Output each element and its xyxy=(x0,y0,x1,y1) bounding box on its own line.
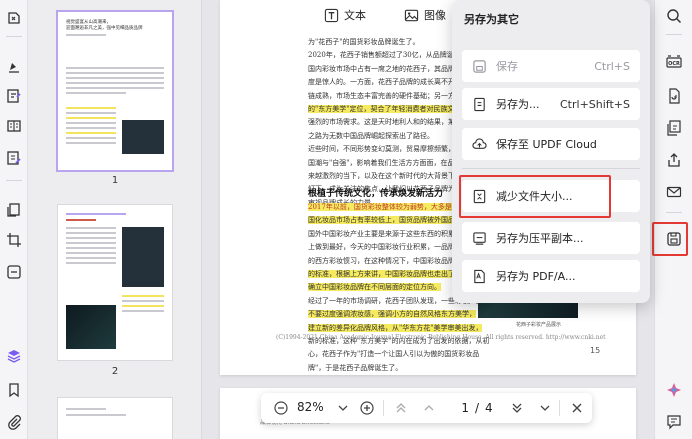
last-page-button[interactable] xyxy=(535,398,555,418)
reduce-file-size-highlight xyxy=(459,175,611,218)
form-icon[interactable] xyxy=(4,148,24,168)
pdfa-icon xyxy=(473,269,485,283)
comment-list-icon xyxy=(667,415,681,430)
ai-assistant-icon xyxy=(667,383,681,397)
edit-pdf-icon[interactable] xyxy=(4,86,24,106)
save-as-other-popup: 另存为其它 保存 Ctrl+S 另存为... Ctrl+Shift+S 保存至 … xyxy=(452,0,650,303)
zoom-in-icon xyxy=(360,401,374,415)
text-tool-tab[interactable]: 文本 xyxy=(324,4,366,26)
page-thumbnail-1[interactable]: 视觉盛宴从山高潮来， 迎面邂逅非凡之美，强中见细品质品牌 xyxy=(58,12,172,170)
image-tool-icon xyxy=(404,9,419,21)
search-button[interactable] xyxy=(664,6,684,26)
save-flattened-copy-menu-item[interactable]: 另存为压平副本... xyxy=(462,222,640,254)
crop-icon[interactable] xyxy=(4,230,24,250)
zoom-in-button[interactable] xyxy=(357,398,377,418)
page-indicator[interactable]: 1 / 4 xyxy=(445,398,509,418)
zoom-dropdown-button[interactable] xyxy=(333,398,353,418)
popup-title: 另存为其它 xyxy=(464,13,519,26)
svg-text:OCR: OCR xyxy=(668,61,680,67)
save-as-pdfa-label: 另存为 PDF/A... xyxy=(496,270,576,283)
batch-icon xyxy=(667,120,681,136)
chevrons-down-icon xyxy=(512,403,522,413)
comment-icon[interactable] xyxy=(4,56,24,76)
left-tool-rail xyxy=(0,0,28,439)
save-as-icon xyxy=(473,97,485,111)
image-tool-label: 图像 xyxy=(424,9,446,22)
page-separator: / xyxy=(474,401,480,415)
page-footer: (C)1994-2021 China Academic Journal Elec… xyxy=(276,334,606,341)
ocr-icon: OCR xyxy=(666,55,682,68)
tools-icon[interactable] xyxy=(4,8,24,28)
first-page-button[interactable] xyxy=(391,398,411,418)
batch-button[interactable] xyxy=(664,118,684,138)
save-to-cloud-label: 保存至 UPDF Cloud xyxy=(496,138,597,151)
zoom-out-button[interactable] xyxy=(271,398,291,418)
chevron-down-icon xyxy=(540,405,550,411)
thumbnail-page-number: 2 xyxy=(111,366,119,377)
save-to-cloud-menu-item[interactable]: 保存至 UPDF Cloud xyxy=(462,128,640,160)
save-as-pdfa-menu-item[interactable]: 另存为 PDF/A... xyxy=(462,260,640,292)
convert-icon xyxy=(669,88,680,104)
current-page[interactable]: 1 xyxy=(461,401,469,415)
thumbnail-panel: 视觉盛宴从山高潮来， 迎面邂逅非凡之美，强中见细品质品牌 1 2 xyxy=(28,0,202,439)
total-pages: 4 xyxy=(485,401,493,415)
right-tool-rail: OCR xyxy=(654,0,692,439)
mail-icon xyxy=(666,186,682,198)
ai-assistant-button[interactable] xyxy=(664,380,684,400)
page-thumbnail-2[interactable] xyxy=(58,205,172,360)
attachment-icon[interactable] xyxy=(4,412,24,432)
close-zoom-bar-button[interactable] xyxy=(567,398,587,418)
comments-list-button[interactable] xyxy=(664,412,684,432)
chevrons-up-icon xyxy=(396,403,406,413)
thumbnail-page-number: 1 xyxy=(111,175,119,186)
organize-pages-icon[interactable] xyxy=(4,200,24,220)
save-flattened-copy-label: 另存为压平副本... xyxy=(496,232,584,245)
zoom-level[interactable]: 82% xyxy=(297,400,324,414)
search-icon xyxy=(667,9,682,24)
bookmark-icon[interactable] xyxy=(4,380,24,400)
save-menu-item[interactable]: 保存 Ctrl+S xyxy=(462,50,640,82)
image-caption: 花西子彩妆产品展示 xyxy=(516,322,562,328)
text-tool-icon xyxy=(324,8,339,22)
page-number: 15 xyxy=(590,346,601,355)
thumb-title: 视觉盛宴从山高潮来， 迎面邂逅非凡之美，强中见细品质品牌 xyxy=(66,20,143,31)
image-tool-tab[interactable]: 图像 xyxy=(404,4,446,26)
cloud-upload-icon xyxy=(471,137,487,149)
close-icon xyxy=(572,403,582,413)
convert-button[interactable] xyxy=(664,86,684,106)
previous-page-button[interactable] xyxy=(419,398,439,418)
save-as-menu-item[interactable]: 另存为... Ctrl+Shift+S xyxy=(462,88,640,120)
section-heading[interactable]: 根植于传统文化，传承焕发新活力 xyxy=(308,186,443,199)
layers-icon[interactable] xyxy=(4,346,24,366)
page-thumbnail-3[interactable] xyxy=(58,398,172,439)
chevron-down-icon xyxy=(338,405,348,411)
ocr-button[interactable]: OCR xyxy=(664,52,684,72)
email-button[interactable] xyxy=(664,182,684,202)
next-page-button[interactable] xyxy=(507,398,527,418)
save-as-shortcut: Ctrl+Shift+S xyxy=(560,97,630,111)
save-icon xyxy=(472,59,486,73)
flatten-icon xyxy=(472,231,486,245)
save-button-highlight xyxy=(652,222,688,256)
read-mode-icon[interactable] xyxy=(4,116,24,136)
share-icon xyxy=(668,153,680,167)
save-shortcut: Ctrl+S xyxy=(594,59,630,73)
protect-icon[interactable] xyxy=(4,262,24,282)
text-tool-label: 文本 xyxy=(344,9,366,22)
chevron-up-icon xyxy=(424,405,434,411)
zoom-out-icon xyxy=(274,401,288,415)
share-button[interactable] xyxy=(664,150,684,170)
zoom-navigation-bar: 82% 1 / 4 xyxy=(261,393,592,423)
